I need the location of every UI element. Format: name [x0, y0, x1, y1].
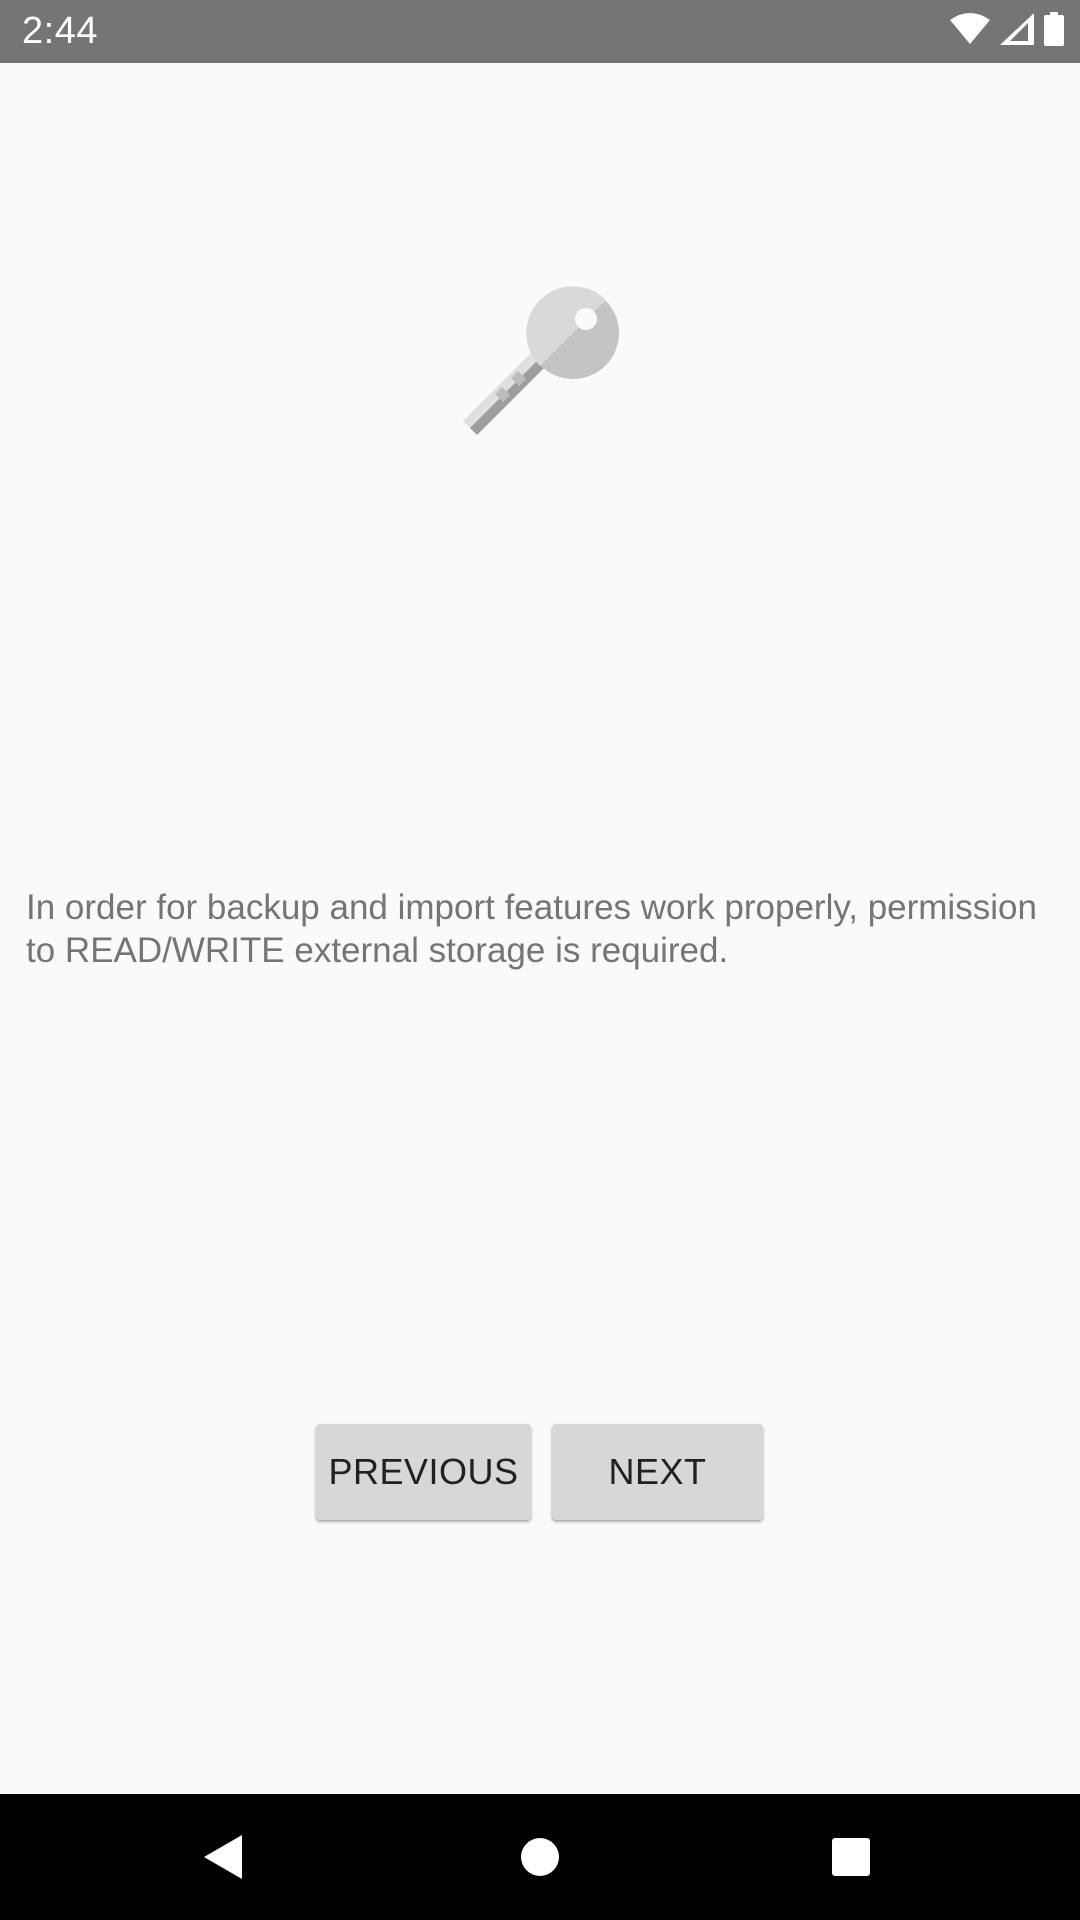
previous-button[interactable]: PREVIOUS [316, 1424, 531, 1520]
status-time: 2:44 [22, 10, 98, 52]
wifi-icon [950, 12, 990, 50]
permission-message: In order for backup and import features … [26, 888, 1037, 970]
status-bar: 2:44 [0, 0, 1080, 63]
home-icon[interactable] [510, 1827, 570, 1887]
recents-icon[interactable] [821, 1827, 881, 1887]
battery-icon [1044, 11, 1064, 51]
status-icons [950, 11, 1064, 51]
key-icon [455, 276, 625, 446]
navigation-bar [0, 1794, 1080, 1920]
cellular-signal-icon [1000, 12, 1034, 50]
next-button[interactable]: NEXT [552, 1424, 763, 1520]
permission-screen: In order for backup and import features … [0, 63, 1080, 1794]
back-icon[interactable] [194, 1827, 254, 1887]
